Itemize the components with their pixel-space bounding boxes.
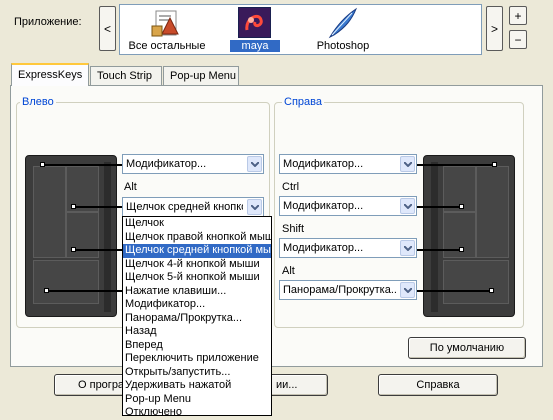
app-item-label: maya (230, 40, 280, 52)
dropdown-value: Модификатор... (283, 242, 364, 254)
connector-line (47, 290, 123, 292)
chevron-down-icon[interactable] (400, 240, 415, 256)
connector-line (417, 206, 462, 208)
right-group-title: Справа (282, 96, 324, 108)
minus-icon: − (514, 32, 522, 47)
left-key-2-dropdown[interactable]: Щелчок средней кнопкой мыши (122, 197, 264, 217)
chevron-down-icon[interactable] (247, 199, 262, 215)
application-list: Все остальные maya Photoshop (119, 4, 482, 55)
list-item[interactable]: Pop-up Menu (123, 393, 271, 407)
connector-dot (71, 204, 76, 209)
chevron-down-icon[interactable] (247, 156, 262, 172)
connector-dot (489, 288, 494, 293)
right-key-1-dropdown[interactable]: Модификатор... (279, 154, 417, 174)
left-key-1-dropdown[interactable]: Модификатор... (122, 154, 264, 174)
right-key-2-dropdown[interactable]: Модификатор... (279, 196, 417, 216)
tab-expresskeys[interactable]: ExpressKeys (11, 63, 89, 86)
left-key-1-modifier-label: Alt (124, 181, 137, 193)
tab-label: ExpressKeys (18, 69, 83, 81)
list-item[interactable]: Модификатор... (123, 298, 271, 312)
list-item[interactable]: Щелчок правой кнопкой мыши (123, 231, 271, 245)
tab-label: Touch Strip (97, 70, 153, 82)
maya-icon (238, 7, 271, 38)
connector-dot (492, 162, 497, 167)
connector-dot (44, 288, 49, 293)
help-button-label: Справка (416, 379, 460, 391)
scroll-right-label: > (490, 21, 498, 36)
plus-icon: + (514, 8, 522, 23)
tab-popup-menu[interactable]: Pop-up Menu (163, 66, 239, 85)
left-key-1 (33, 166, 66, 258)
left-expresskeys-diagram (25, 155, 117, 317)
default-button[interactable]: По умолчанию (408, 337, 526, 359)
list-item[interactable]: Переключить приложение (123, 352, 271, 366)
scroll-left-label: < (103, 21, 111, 36)
dropdown-value: Модификатор... (283, 200, 364, 212)
dropdown-value: Щелчок средней кнопкой мыши (126, 201, 243, 213)
connector-line (43, 164, 123, 166)
list-item[interactable]: Вперед (123, 339, 271, 353)
tab-touch-strip[interactable]: Touch Strip (90, 66, 162, 85)
right-key-1-modifier-label: Ctrl (282, 181, 300, 193)
list-item[interactable]: Щелчок (123, 217, 271, 231)
list-item[interactable]: Открыть/запустить... (123, 366, 271, 380)
right-key-1 (476, 166, 509, 258)
tab-label: Pop-up Menu (170, 70, 237, 82)
right-key-4-dropdown[interactable]: Панорама/Прокрутка... (279, 280, 417, 300)
remove-application-button[interactable]: − (509, 30, 527, 49)
connector-line (417, 249, 462, 251)
app-item-all-others[interactable]: Все остальные (122, 6, 212, 53)
list-item[interactable]: Щелчок 5-й кнопкой мыши (123, 271, 271, 285)
app-item-photoshop[interactable]: Photoshop (308, 6, 378, 53)
list-item[interactable]: Панорама/Прокрутка... (123, 312, 271, 326)
list-item[interactable]: Удерживать нажатой (123, 379, 271, 393)
application-label: Приложение: (14, 16, 82, 28)
connector-line (74, 206, 123, 208)
connector-line (417, 290, 492, 292)
right-key-3-dropdown[interactable]: Модификатор... (279, 238, 417, 258)
chevron-down-icon[interactable] (400, 282, 415, 298)
right-key-2-modifier-label: Shift (282, 223, 305, 235)
connector-dot (40, 162, 45, 167)
connector-dot (459, 247, 464, 252)
photoshop-feather-icon (326, 7, 358, 39)
options-button-label: ии... (276, 379, 298, 391)
chevron-down-icon[interactable] (400, 156, 415, 172)
app-item-maya[interactable]: maya (230, 6, 280, 53)
connector-line (74, 249, 123, 251)
left-key-4 (33, 260, 99, 304)
scroll-apps-left-button[interactable]: < (99, 6, 116, 51)
app-item-label: Photoshop (316, 40, 370, 52)
right-key-3-modifier-label: Alt (282, 265, 295, 277)
all-apps-icon (150, 8, 184, 40)
list-item[interactable]: Назад (123, 325, 271, 339)
dropdown-value: Модификатор... (126, 158, 207, 170)
list-item[interactable]: Нажатие клавиши... (123, 285, 271, 299)
connector-dot (459, 204, 464, 209)
dropdown-value: Модификатор... (283, 158, 364, 170)
add-application-button[interactable]: + (509, 6, 527, 25)
dropdown-value: Панорама/Прокрутка... (283, 284, 396, 296)
app-item-label: Все остальные (128, 40, 206, 52)
list-item[interactable]: Щелчок 4-й кнопкой мыши (123, 258, 271, 272)
connector-dot (71, 247, 76, 252)
scroll-apps-right-button[interactable]: > (486, 6, 503, 51)
right-expresskeys-diagram (423, 155, 515, 317)
left-group-title: Влево (20, 96, 56, 108)
chevron-down-icon[interactable] (400, 198, 415, 214)
default-button-label: По умолчанию (429, 342, 505, 354)
list-item[interactable]: Отключено (123, 406, 271, 420)
connector-line (417, 164, 495, 166)
left-key-2-dropdown-list[interactable]: Щелчок Щелчок правой кнопкой мыши Щелчок… (122, 216, 272, 418)
help-button[interactable]: Справка (378, 374, 498, 396)
right-key-4 (443, 260, 509, 304)
list-item-selected[interactable]: Щелчок средней кнопкой мыши (123, 244, 271, 258)
